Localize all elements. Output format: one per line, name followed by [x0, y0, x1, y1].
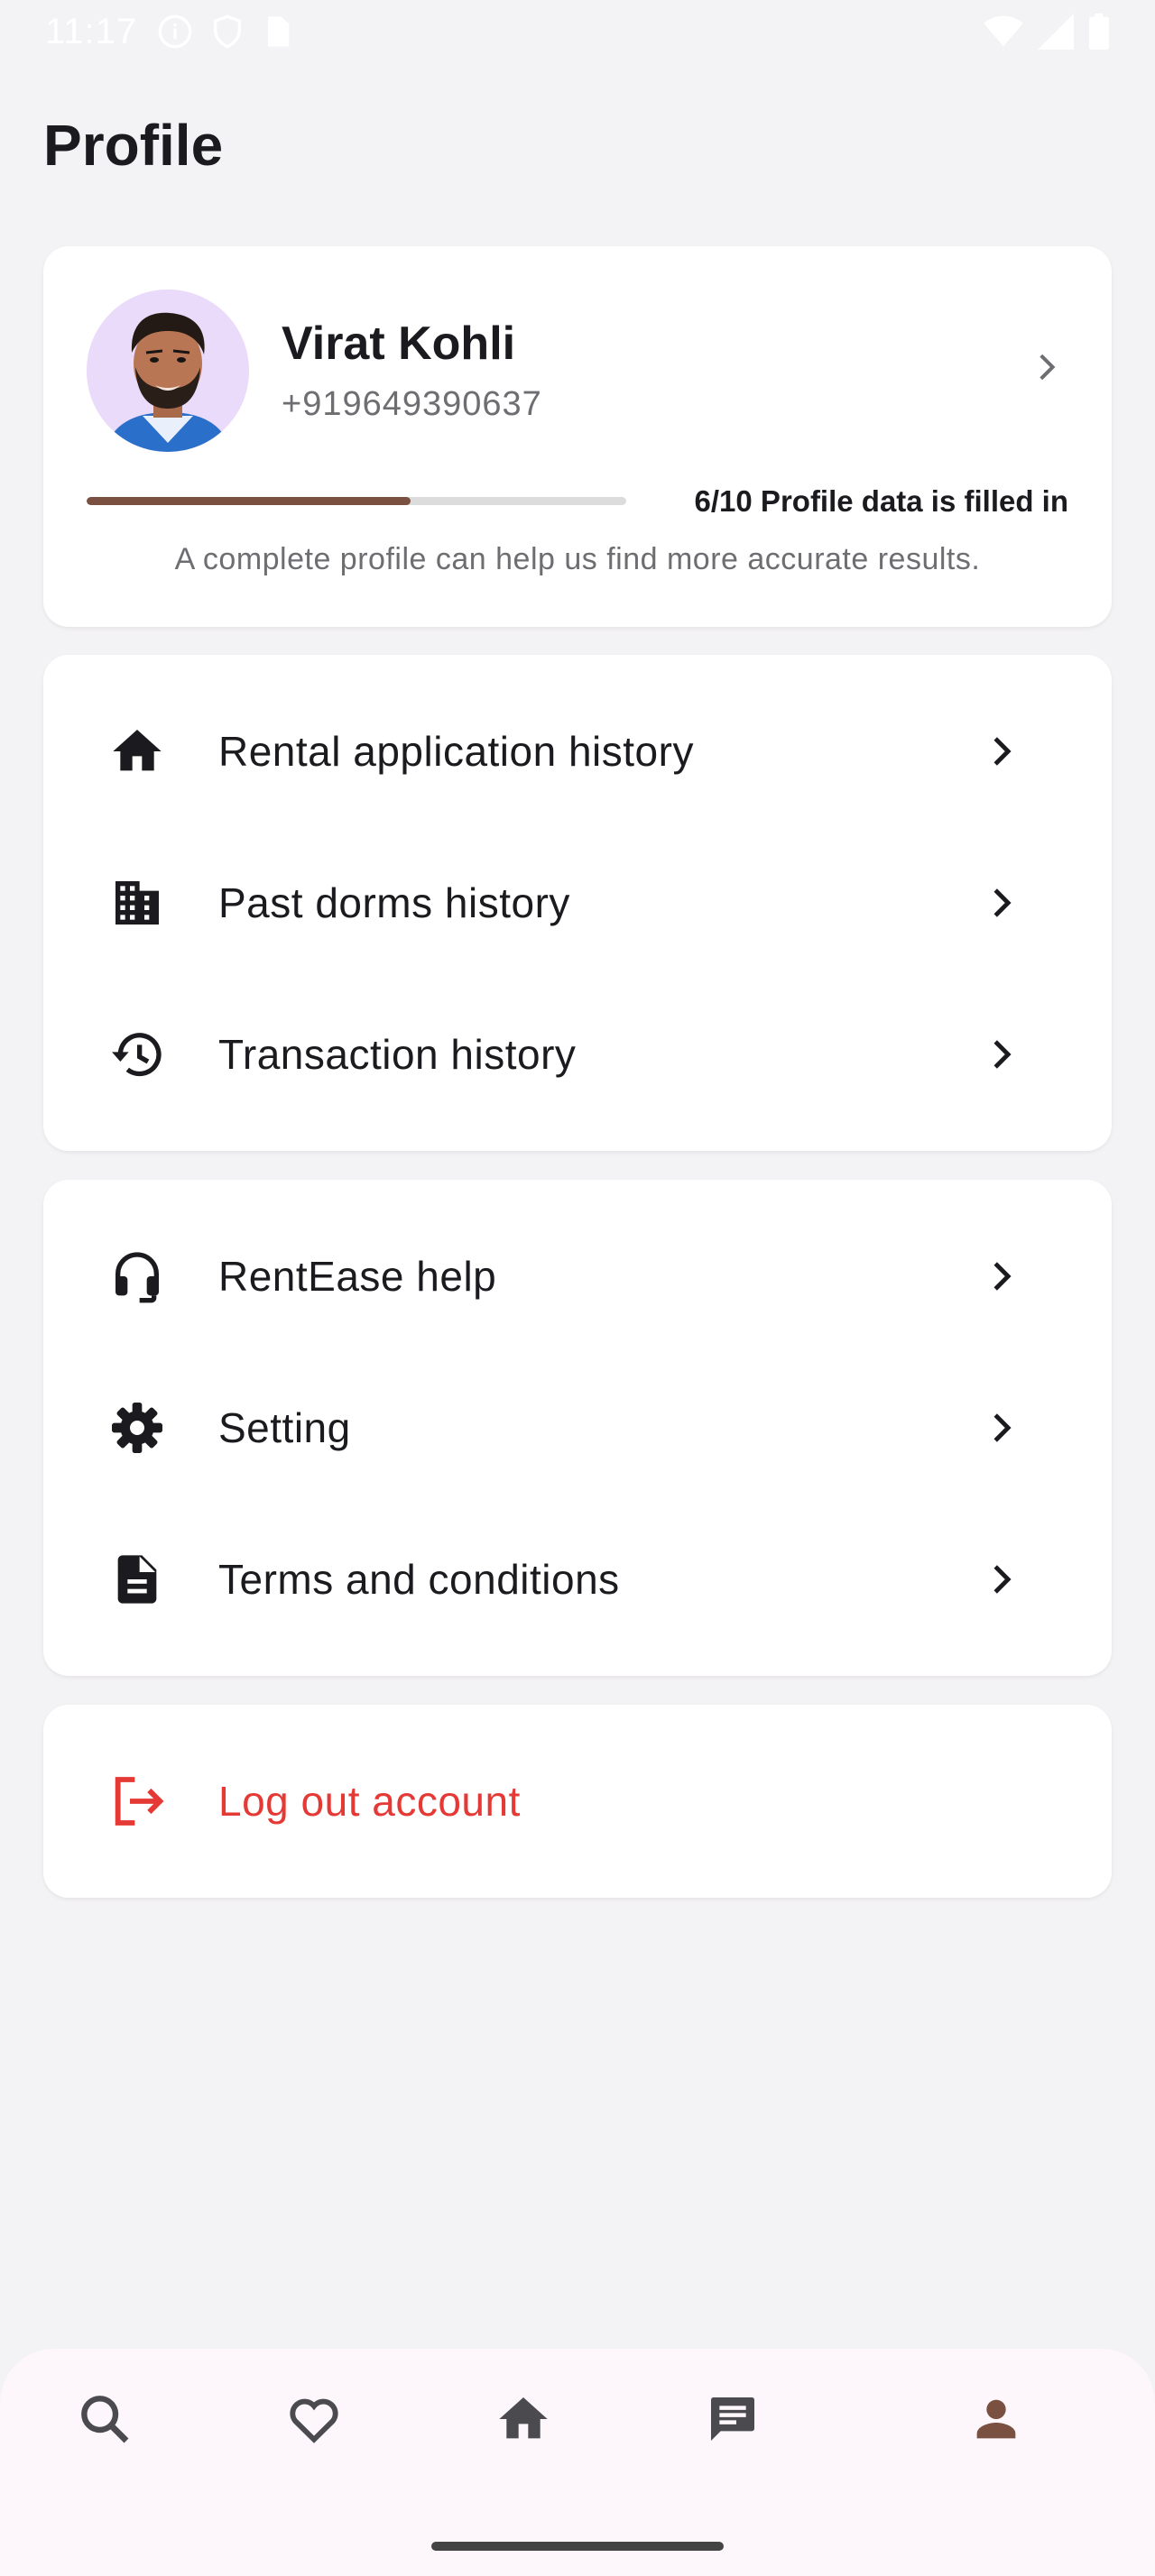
- chevron-right-icon: [980, 1558, 1023, 1601]
- chevron-right-icon: [980, 1255, 1023, 1298]
- menu-item-label: RentEase help: [218, 1253, 497, 1300]
- menu-item-label: Terms and conditions: [218, 1556, 620, 1603]
- page-title: Profile: [43, 113, 224, 178]
- info-icon: [157, 14, 193, 50]
- menu-item-transaction-history[interactable]: Transaction history: [43, 979, 1112, 1130]
- headset-icon: [108, 1247, 166, 1305]
- logout-button[interactable]: Log out account: [43, 1725, 1112, 1877]
- gear-icon: [108, 1399, 166, 1457]
- chevron-right-icon: [980, 1033, 1023, 1076]
- profile-card[interactable]: Virat Kohli +919649390637 6/10 Profile d…: [43, 246, 1112, 627]
- home-icon: [108, 722, 166, 780]
- chevron-right-icon: [980, 730, 1023, 773]
- home-indicator: [431, 2542, 724, 2551]
- sim-card-icon: [262, 14, 292, 50]
- menu-item-rental-application-history[interactable]: Rental application history: [43, 676, 1112, 827]
- menu-item-label: Setting: [218, 1404, 351, 1451]
- avatar[interactable]: [87, 290, 249, 452]
- status-time: 11:17: [45, 11, 138, 51]
- menu-item-setting[interactable]: Setting: [43, 1352, 1112, 1504]
- menu-item-past-dorms-history[interactable]: Past dorms history: [43, 827, 1112, 979]
- building-icon: [108, 874, 166, 932]
- menu-item-label: Past dorms history: [218, 879, 570, 926]
- profile-hint: A complete profile can help us find more…: [174, 542, 981, 576]
- logout-label: Log out account: [218, 1778, 521, 1825]
- menu-item-label: Rental application history: [218, 728, 694, 775]
- menu-item-terms-and-conditions[interactable]: Terms and conditions: [43, 1504, 1112, 1655]
- user-name: Virat Kohli: [282, 317, 516, 370]
- wifi-icon: [984, 14, 1023, 50]
- support-menu-card: RentEase help Setting Terms and conditio…: [43, 1180, 1112, 1676]
- heart-icon[interactable]: [285, 2390, 343, 2448]
- logout-icon: [108, 1772, 166, 1830]
- profile-progress-label: 6/10 Profile data is filled in: [694, 484, 1068, 518]
- logout-card: Log out account: [43, 1705, 1112, 1898]
- chevron-right-icon: [980, 1406, 1023, 1449]
- history-menu-card: Rental application history Past dorms hi…: [43, 655, 1112, 1151]
- profile-progress-fill: [87, 497, 411, 505]
- shield-icon: [209, 14, 245, 50]
- menu-item-rentease-help[interactable]: RentEase help: [43, 1201, 1112, 1352]
- search-icon[interactable]: [76, 2390, 134, 2448]
- battery-icon: [1088, 14, 1110, 50]
- document-icon: [108, 1550, 166, 1608]
- signal-icon: [1038, 14, 1074, 50]
- chevron-right-icon[interactable]: [1027, 347, 1067, 387]
- home-icon[interactable]: [494, 2390, 552, 2448]
- bottom-navigation: [0, 2349, 1155, 2576]
- user-phone: +919649390637: [282, 385, 542, 423]
- profile-progress-bar: [87, 497, 626, 505]
- status-bar: 11:17: [0, 0, 1155, 63]
- chevron-right-icon: [980, 881, 1023, 925]
- menu-item-label: Transaction history: [218, 1031, 577, 1078]
- history-icon: [108, 1026, 166, 1083]
- chat-icon[interactable]: [704, 2390, 762, 2448]
- person-icon[interactable]: [967, 2390, 1025, 2448]
